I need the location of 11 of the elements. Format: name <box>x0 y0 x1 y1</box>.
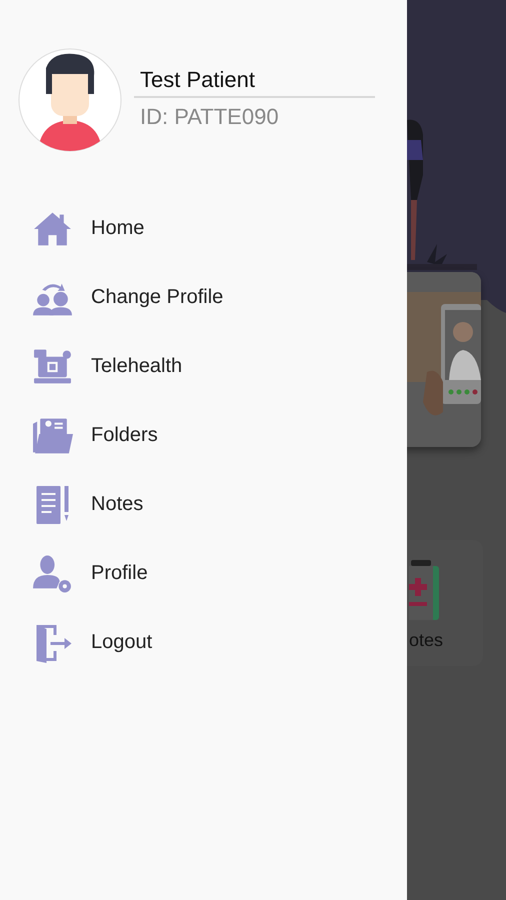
patient-id: ID: PATTE090 <box>139 102 280 130</box>
card-label: otes <box>409 630 444 651</box>
folder-icon <box>32 416 73 456</box>
menu-item[interactable]: Profile <box>91 562 148 585</box>
menu-item[interactable]: Telehealth <box>91 355 182 378</box>
menu-item[interactable]: Change Profile <box>91 286 224 309</box>
menu-item[interactable]: Home <box>91 217 144 240</box>
menu-item[interactable]: Notes <box>91 493 144 516</box>
menu-item[interactable]: Folders <box>91 424 158 447</box>
patient-name: Test Patient <box>134 66 375 98</box>
menu-item[interactable]: Logout <box>91 631 152 654</box>
